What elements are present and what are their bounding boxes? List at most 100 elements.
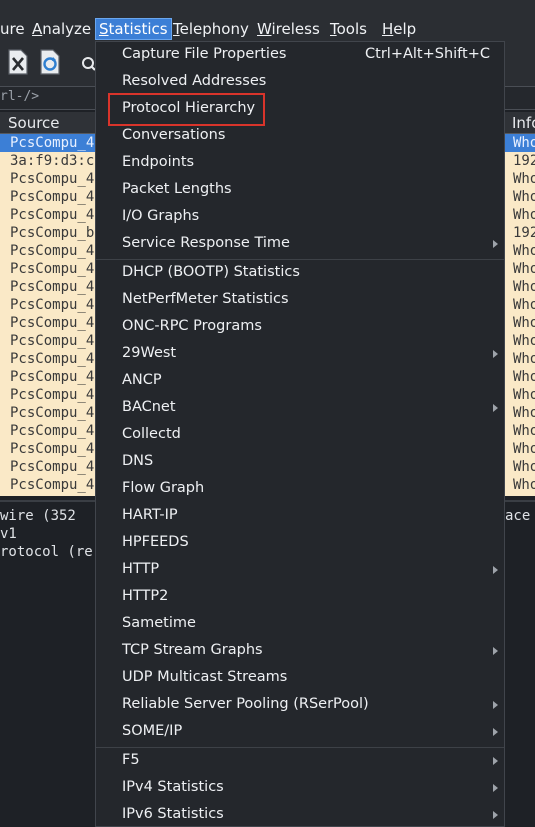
menu-item-service-response-time[interactable]: Service Response Time xyxy=(96,231,504,258)
menu-item-reliable-server-pooling-rserpool[interactable]: Reliable Server Pooling (RSerPool) xyxy=(96,692,504,719)
detail-line-ethernet[interactable]: v1 xyxy=(0,526,17,542)
menu-item-label: DHCP (BOOTP) Statistics xyxy=(122,264,300,280)
row-source: PcsCompu_4 xyxy=(10,135,95,151)
menu-item-ancp[interactable]: ANCP xyxy=(96,368,504,395)
menu-item-label: UDP Multicast Streams xyxy=(122,669,288,685)
menu-telephony[interactable]: Telephony xyxy=(170,18,252,40)
menu-item-label: BACnet xyxy=(122,399,176,415)
menu-item-label: IPv6 Statistics xyxy=(122,806,224,822)
column-header-source[interactable]: Source xyxy=(8,114,60,132)
menu-item-label: TCP Stream Graphs xyxy=(122,642,263,658)
row-source: PcsCompu_4 xyxy=(10,261,95,277)
submenu-arrow-icon xyxy=(493,701,498,709)
row-info: Who xyxy=(513,405,535,421)
row-info: Who xyxy=(513,333,535,349)
row-info: Who xyxy=(513,441,535,457)
close-file-icon[interactable] xyxy=(6,48,32,76)
menu-item-label: ONC-RPC Programs xyxy=(122,318,262,334)
menu-statistics[interactable]: Statistics xyxy=(95,18,172,40)
menu-item-label: Capture File Properties xyxy=(122,46,287,62)
menu-item-onc-rpc-programs[interactable]: ONC-RPC Programs xyxy=(96,314,504,341)
submenu-arrow-icon xyxy=(493,647,498,655)
submenu-arrow-icon xyxy=(493,728,498,736)
menu-item-label: Flow Graph xyxy=(122,480,205,496)
menu-item-bacnet[interactable]: BACnet xyxy=(96,395,504,422)
row-info: Who xyxy=(513,261,535,277)
row-info: Who xyxy=(513,279,535,295)
menu-item-ipv6-statistics[interactable]: IPv6 Statistics xyxy=(96,802,504,827)
detail-line-fragment: ace xyxy=(505,508,531,524)
menu-item-http[interactable]: HTTP xyxy=(96,557,504,584)
row-info: Who xyxy=(513,243,535,259)
menu-item-ipv4-statistics[interactable]: IPv4 Statistics xyxy=(96,775,504,802)
menu-item-udp-multicast-streams[interactable]: UDP Multicast Streams xyxy=(96,665,504,692)
menu-item-flow-graph[interactable]: Flow Graph xyxy=(96,476,504,503)
menu-item-protocol-hierarchy[interactable]: Protocol Hierarchy xyxy=(96,96,504,123)
menu-item-some-ip[interactable]: SOME/IP xyxy=(96,719,504,746)
column-header-info[interactable]: Info xyxy=(512,114,535,132)
menu-item-netperfmeter-statistics[interactable]: NetPerfMeter Statistics xyxy=(96,287,504,314)
row-info: Who xyxy=(513,423,535,439)
menu-help[interactable]: Help xyxy=(379,18,419,40)
row-info: Who xyxy=(513,171,535,187)
menu-item-label: F5 xyxy=(122,752,140,768)
row-source: PcsCompu_4 xyxy=(10,171,95,187)
menu-item-http2[interactable]: HTTP2 xyxy=(96,584,504,611)
row-source: PcsCompu_4 xyxy=(10,315,95,331)
menu-item-label: Protocol Hierarchy xyxy=(122,100,256,116)
menu-item-shortcut: Ctrl+Alt+Shift+C xyxy=(365,46,490,62)
reload-file-icon[interactable] xyxy=(38,48,64,76)
menu-wireless[interactable]: Wireless xyxy=(254,18,323,40)
menu-item-label: HPFEEDS xyxy=(122,534,189,550)
menu-item-collectd[interactable]: Collectd xyxy=(96,422,504,449)
menu-item-label: I/O Graphs xyxy=(122,208,200,224)
menu-item-label: Reliable Server Pooling (RSerPool) xyxy=(122,696,369,712)
menu-item-label: Packet Lengths xyxy=(122,181,232,197)
menu-item-tcp-stream-graphs[interactable]: TCP Stream Graphs xyxy=(96,638,504,665)
menu-item-f5[interactable]: F5 xyxy=(96,748,504,775)
menu-item-label: HART-IP xyxy=(122,507,178,523)
row-source: PcsCompu_4 xyxy=(10,333,95,349)
menu-item-endpoints[interactable]: Endpoints xyxy=(96,150,504,177)
menu-item-hpfeeds[interactable]: HPFEEDS xyxy=(96,530,504,557)
row-source: PcsCompu_b xyxy=(10,225,95,241)
row-info: Who xyxy=(513,189,535,205)
row-info: Who xyxy=(513,351,535,367)
menu-item-label: NetPerfMeter Statistics xyxy=(122,291,289,307)
menu-item-dhcp-bootp-statistics[interactable]: DHCP (BOOTP) Statistics xyxy=(96,260,504,287)
menu-item-dns[interactable]: DNS xyxy=(96,449,504,476)
row-source: PcsCompu_4 xyxy=(10,279,95,295)
menu-item-label: 29West xyxy=(122,345,177,361)
menu-item-label: SOME/IP xyxy=(122,723,183,739)
menu-item-29west[interactable]: 29West xyxy=(96,341,504,368)
row-info: 192 xyxy=(513,225,535,241)
menu-item-label: HTTP xyxy=(122,561,160,577)
menu-item-label: Collectd xyxy=(122,426,181,442)
menu-item-resolved-addresses[interactable]: Resolved Addresses xyxy=(96,69,504,96)
row-info: Who xyxy=(513,135,535,151)
menu-item-hart-ip[interactable]: HART-IP xyxy=(96,503,504,530)
menu-item-label: IPv4 Statistics xyxy=(122,779,224,795)
menu-analyze[interactable]: Analyze xyxy=(29,18,94,40)
row-source: PcsCompu_4 xyxy=(10,387,95,403)
menu-item-sametime[interactable]: Sametime xyxy=(96,611,504,638)
submenu-arrow-icon xyxy=(493,784,498,792)
display-filter-text: rl-/> xyxy=(0,89,40,104)
row-info: Who xyxy=(513,387,535,403)
row-source: PcsCompu_4 xyxy=(10,459,95,475)
row-source: 3a:f9:d3:c xyxy=(10,153,95,169)
menu-item-capture-file-properties[interactable]: Capture File Properties Ctrl+Alt+Shift+C xyxy=(96,42,504,69)
menu-item-i-o-graphs[interactable]: I/O Graphs xyxy=(96,204,504,231)
detail-line-frame[interactable]: wire (352 xyxy=(0,508,76,524)
menu-tools[interactable]: Tools xyxy=(327,18,370,40)
menu-item-label: DNS xyxy=(122,453,154,469)
row-info: Who xyxy=(513,369,535,385)
row-source: PcsCompu_4 xyxy=(10,405,95,421)
row-info: Who xyxy=(513,207,535,223)
menu-item-packet-lengths[interactable]: Packet Lengths xyxy=(96,177,504,204)
detail-line-protocol[interactable]: rotocol (re xyxy=(0,544,93,560)
menu-capture[interactable]: ure xyxy=(0,18,28,40)
submenu-arrow-icon xyxy=(493,566,498,574)
menu-item-conversations[interactable]: Conversations xyxy=(96,123,504,150)
menu-item-label: Resolved Addresses xyxy=(122,73,267,89)
